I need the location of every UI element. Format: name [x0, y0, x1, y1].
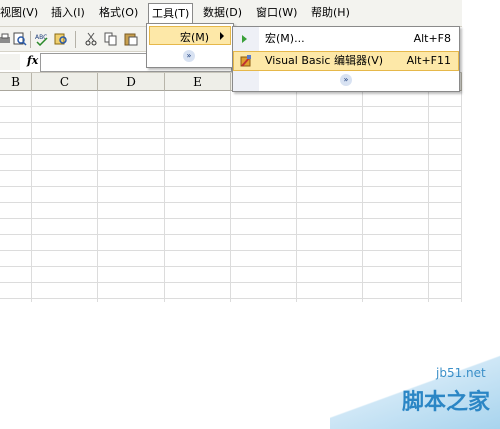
name-box[interactable]	[0, 54, 20, 70]
menu-insert[interactable]: 插入(I)	[51, 5, 85, 21]
menu-view[interactable]: 视图(V)	[0, 5, 38, 21]
tools-menu-item-label: 宏(M)	[180, 31, 210, 44]
paste-icon[interactable]	[124, 32, 138, 46]
column-header-b[interactable]: B	[0, 73, 32, 91]
column-header-d[interactable]: D	[98, 73, 165, 91]
tools-dropdown-menu: 宏(M) »	[146, 23, 234, 68]
cell-grid[interactable]	[0, 91, 462, 302]
watermark-site: jb51.net	[436, 366, 486, 380]
grid-line	[230, 91, 231, 302]
toolbar-separator	[30, 31, 31, 48]
tools-menu-item-macro[interactable]: 宏(M)	[149, 26, 231, 45]
print-preview-icon[interactable]	[13, 32, 27, 46]
grid-line	[428, 91, 429, 302]
macro-item-label: 宏(M)...	[265, 32, 305, 45]
macro-item-macros[interactable]: 宏(M)... Alt+F8	[233, 29, 459, 49]
expand-menu-icon[interactable]: »	[340, 74, 352, 86]
menu-tools[interactable]: 工具(T)	[148, 3, 194, 24]
macro-item-shortcut: Alt+F11	[406, 54, 451, 67]
expand-menu-icon[interactable]: »	[183, 50, 195, 62]
macro-item-label: Visual Basic 编辑器(V)	[265, 54, 384, 67]
play-icon	[242, 35, 247, 43]
macro-submenu: 宏(M)... Alt+F8 Visual Basic 编辑器(V) Alt+F…	[232, 26, 460, 92]
menu-window[interactable]: 窗口(W)	[256, 5, 297, 21]
column-header-e[interactable]: E	[165, 73, 231, 91]
grid-line	[164, 91, 165, 302]
spelling-icon[interactable]: ABC	[35, 32, 49, 46]
menu-data[interactable]: 数据(D)	[203, 5, 242, 21]
copy-icon[interactable]	[104, 32, 118, 46]
cut-icon[interactable]	[84, 32, 98, 46]
toolbar-separator	[75, 31, 76, 48]
submenu-arrow-icon	[220, 32, 224, 40]
research-icon[interactable]	[54, 32, 68, 46]
menu-help[interactable]: 帮助(H)	[311, 5, 350, 21]
macro-item-visual-basic-editor[interactable]: Visual Basic 编辑器(V) Alt+F11	[233, 51, 459, 71]
grid-line	[31, 91, 32, 302]
menu-format[interactable]: 格式(O)	[99, 5, 138, 21]
grid-line	[97, 91, 98, 302]
print-icon[interactable]	[0, 32, 14, 46]
vb-editor-icon	[240, 55, 251, 67]
macro-item-shortcut: Alt+F8	[413, 32, 451, 45]
grid-line	[362, 91, 363, 302]
insert-function-icon[interactable]: fx	[27, 54, 38, 67]
column-header-c[interactable]: C	[32, 73, 98, 91]
watermark-logo-text: 脚本之家	[402, 390, 491, 415]
grid-line	[461, 91, 462, 302]
grid-line	[296, 91, 297, 302]
